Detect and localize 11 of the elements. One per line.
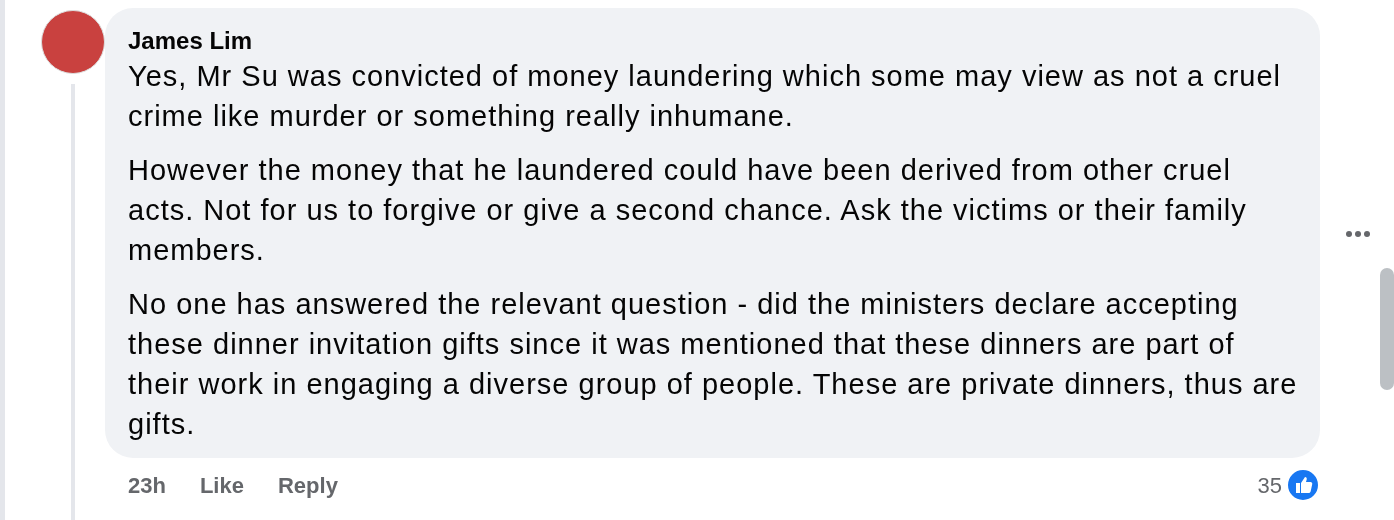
reaction-count[interactable]: 35	[1257, 468, 1282, 502]
comment-text: Yes, Mr Su was convicted of money laundering which some may view as not a cruel crime like murder or something really inhumane.	[128, 59, 1283, 134]
thumbs-up-icon[interactable]	[1286, 468, 1320, 502]
timestamp[interactable]: 23h	[128, 468, 166, 502]
reply-link[interactable]: Reply	[277, 468, 338, 502]
comment-text: No one has answered the relevant question - did the ministers declare accepting these dinner invitation gifts since it was mentioned that these dinners are part of their work in engaging a diverse group of people. These are private dinners, thus are gifts.	[128, 287, 1299, 442]
scrollbar-thumb[interactable]	[1380, 268, 1394, 390]
comment-text: However the money that he laundered could have been derived from other cruel acts. Not for us to forgive or give a second chance. Ask the victims or their family members.	[128, 153, 1248, 268]
like-link[interactable]: Like	[199, 468, 244, 502]
author-name[interactable]: James Lim	[128, 26, 1300, 56]
more-options-icon[interactable]	[1345, 229, 1371, 239]
